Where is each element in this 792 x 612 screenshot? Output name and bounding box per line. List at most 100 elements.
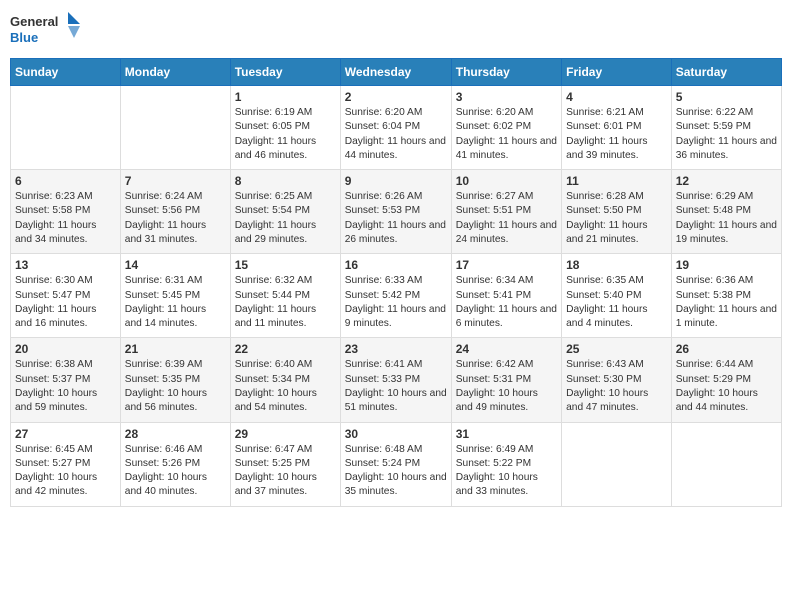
day-number: 6 <box>15 174 116 188</box>
calendar-cell: 20Sunrise: 6:38 AMSunset: 5:37 PMDayligh… <box>11 338 121 422</box>
day-number: 12 <box>676 174 777 188</box>
day-info: Sunrise: 6:32 AMSunset: 5:44 PMDaylight:… <box>235 274 336 331</box>
day-number: 1 <box>235 90 336 104</box>
day-info: Sunrise: 6:24 AMSunset: 5:56 PMDaylight:… <box>125 190 226 247</box>
calendar-cell <box>11 86 121 170</box>
day-number: 27 <box>15 427 116 441</box>
day-number: 9 <box>345 174 447 188</box>
day-info: Sunrise: 6:21 AMSunset: 6:01 PMDaylight:… <box>566 106 667 163</box>
day-number: 11 <box>566 174 667 188</box>
calendar-week-row: 27 Sunrise: 6:45 AMSunset: 5:27 PMDayligh… <box>11 422 782 506</box>
day-info: Sunrise: 6:31 AMSunset: 5:45 PMDaylight:… <box>125 274 226 331</box>
calendar-cell: 3 Sunrise: 6:20 AMSunset: 6:02 PMDaylight… <box>451 86 561 170</box>
calendar-week-row: 13Sunrise: 6:30 AMSunset: 5:47 PMDayligh… <box>11 254 782 338</box>
calendar-cell: 23 Sunrise: 6:41 AMSunset: 5:33 PMDayligh… <box>340 338 451 422</box>
calendar-cell: 26 Sunrise: 6:44 AMSunset: 5:29 PMDayligh… <box>671 338 781 422</box>
calendar-cell: 16 Sunrise: 6:33 AMSunset: 5:42 PMDayligh… <box>340 254 451 338</box>
calendar-cell: 8 Sunrise: 6:25 AMSunset: 5:54 PMDaylight… <box>230 170 340 254</box>
calendar-week-row: 6 Sunrise: 6:23 AMSunset: 5:58 PMDaylight… <box>11 170 782 254</box>
day-info: Sunrise: 6:26 AMSunset: 5:53 PMDaylight:… <box>345 190 447 247</box>
day-number: 14 <box>125 258 226 272</box>
day-info: Sunrise: 6:46 AMSunset: 5:26 PMDaylight:… <box>125 443 226 500</box>
calendar-cell: 12 Sunrise: 6:29 AMSunset: 5:48 PMDayligh… <box>671 170 781 254</box>
day-info: Sunrise: 6:28 AMSunset: 5:50 PMDaylight:… <box>566 190 667 247</box>
day-info: Sunrise: 6:45 AMSunset: 5:27 PMDaylight:… <box>15 443 116 500</box>
calendar-cell: 25 Sunrise: 6:43 AMSunset: 5:30 PMDayligh… <box>562 338 672 422</box>
day-number: 28 <box>125 427 226 441</box>
day-info: Sunrise: 6:41 AMSunset: 5:33 PMDaylight:… <box>345 358 447 415</box>
day-number: 18 <box>566 258 667 272</box>
calendar-cell: 7 Sunrise: 6:24 AMSunset: 5:56 PMDaylight… <box>120 170 230 254</box>
day-info: Sunrise: 6:40 AMSunset: 5:34 PMDaylight:… <box>235 358 336 415</box>
day-number: 21 <box>125 342 226 356</box>
day-number: 29 <box>235 427 336 441</box>
day-number: 15 <box>235 258 336 272</box>
day-info: Sunrise: 6:29 AMSunset: 5:48 PMDaylight:… <box>676 190 777 247</box>
logo: General Blue <box>10 10 80 50</box>
calendar-cell: 19Sunrise: 6:36 AMSunset: 5:38 PMDayligh… <box>671 254 781 338</box>
svg-text:Blue: Blue <box>10 30 38 45</box>
calendar-cell: 11 Sunrise: 6:28 AMSunset: 5:50 PMDayligh… <box>562 170 672 254</box>
day-info: Sunrise: 6:43 AMSunset: 5:30 PMDaylight:… <box>566 358 667 415</box>
day-number: 8 <box>235 174 336 188</box>
calendar-header-row: SundayMondayTuesdayWednesdayThursdayFrid… <box>11 59 782 86</box>
calendar-cell: 9 Sunrise: 6:26 AMSunset: 5:53 PMDaylight… <box>340 170 451 254</box>
calendar-table: SundayMondayTuesdayWednesdayThursdayFrid… <box>10 58 782 507</box>
col-header-tuesday: Tuesday <box>230 59 340 86</box>
col-header-sunday: Sunday <box>11 59 121 86</box>
calendar-cell: 21 Sunrise: 6:39 AMSunset: 5:35 PMDayligh… <box>120 338 230 422</box>
day-info: Sunrise: 6:34 AMSunset: 5:41 PMDaylight:… <box>456 274 557 331</box>
calendar-cell: 4 Sunrise: 6:21 AMSunset: 6:01 PMDaylight… <box>562 86 672 170</box>
day-number: 19 <box>676 258 777 272</box>
day-info: Sunrise: 6:22 AMSunset: 5:59 PMDaylight:… <box>676 106 777 163</box>
day-number: 25 <box>566 342 667 356</box>
day-number: 23 <box>345 342 447 356</box>
col-header-friday: Friday <box>562 59 672 86</box>
calendar-cell: 17Sunrise: 6:34 AMSunset: 5:41 PMDayligh… <box>451 254 561 338</box>
day-number: 7 <box>125 174 226 188</box>
day-number: 30 <box>345 427 447 441</box>
day-number: 16 <box>345 258 447 272</box>
calendar-cell: 1Sunrise: 6:19 AMSunset: 6:05 PMDaylight… <box>230 86 340 170</box>
day-number: 2 <box>345 90 447 104</box>
day-info: Sunrise: 6:30 AMSunset: 5:47 PMDaylight:… <box>15 274 116 331</box>
day-number: 4 <box>566 90 667 104</box>
calendar-cell: 22 Sunrise: 6:40 AMSunset: 5:34 PMDayligh… <box>230 338 340 422</box>
day-number: 3 <box>456 90 557 104</box>
day-info: Sunrise: 6:35 AMSunset: 5:40 PMDaylight:… <box>566 274 667 331</box>
calendar-cell: 27 Sunrise: 6:45 AMSunset: 5:27 PMDayligh… <box>11 422 121 506</box>
day-info: Sunrise: 6:44 AMSunset: 5:29 PMDaylight:… <box>676 358 777 415</box>
page-header: General Blue <box>10 10 782 50</box>
day-info: Sunrise: 6:39 AMSunset: 5:35 PMDaylight:… <box>125 358 226 415</box>
day-info: Sunrise: 6:42 AMSunset: 5:31 PMDaylight:… <box>456 358 557 415</box>
day-info: Sunrise: 6:33 AMSunset: 5:42 PMDaylight:… <box>345 274 447 331</box>
day-info: Sunrise: 6:25 AMSunset: 5:54 PMDaylight:… <box>235 190 336 247</box>
calendar-cell: 14 Sunrise: 6:31 AMSunset: 5:45 PMDayligh… <box>120 254 230 338</box>
calendar-week-row: 1Sunrise: 6:19 AMSunset: 6:05 PMDaylight… <box>11 86 782 170</box>
day-number: 22 <box>235 342 336 356</box>
calendar-cell: 24Sunrise: 6:42 AMSunset: 5:31 PMDayligh… <box>451 338 561 422</box>
day-info: Sunrise: 6:47 AMSunset: 5:25 PMDaylight:… <box>235 443 336 500</box>
calendar-cell: 5 Sunrise: 6:22 AMSunset: 5:59 PMDaylight… <box>671 86 781 170</box>
day-number: 26 <box>676 342 777 356</box>
col-header-saturday: Saturday <box>671 59 781 86</box>
day-number: 5 <box>676 90 777 104</box>
calendar-cell: 2 Sunrise: 6:20 AMSunset: 6:04 PMDaylight… <box>340 86 451 170</box>
svg-text:General: General <box>10 14 58 29</box>
day-info: Sunrise: 6:20 AMSunset: 6:04 PMDaylight:… <box>345 106 447 163</box>
day-number: 31 <box>456 427 557 441</box>
col-header-thursday: Thursday <box>451 59 561 86</box>
day-number: 10 <box>456 174 557 188</box>
col-header-wednesday: Wednesday <box>340 59 451 86</box>
calendar-cell: 28 Sunrise: 6:46 AMSunset: 5:26 PMDayligh… <box>120 422 230 506</box>
calendar-cell <box>562 422 672 506</box>
day-info: Sunrise: 6:38 AMSunset: 5:37 PMDaylight:… <box>15 358 116 415</box>
generalblue-logo: General Blue <box>10 10 80 50</box>
day-info: Sunrise: 6:20 AMSunset: 6:02 PMDaylight:… <box>456 106 557 163</box>
day-info: Sunrise: 6:49 AMSunset: 5:22 PMDaylight:… <box>456 443 557 500</box>
calendar-cell: 18 Sunrise: 6:35 AMSunset: 5:40 PMDayligh… <box>562 254 672 338</box>
calendar-cell: 13Sunrise: 6:30 AMSunset: 5:47 PMDayligh… <box>11 254 121 338</box>
day-info: Sunrise: 6:23 AMSunset: 5:58 PMDaylight:… <box>15 190 116 247</box>
calendar-cell: 30Sunrise: 6:48 AMSunset: 5:24 PMDayligh… <box>340 422 451 506</box>
calendar-cell: 6 Sunrise: 6:23 AMSunset: 5:58 PMDaylight… <box>11 170 121 254</box>
